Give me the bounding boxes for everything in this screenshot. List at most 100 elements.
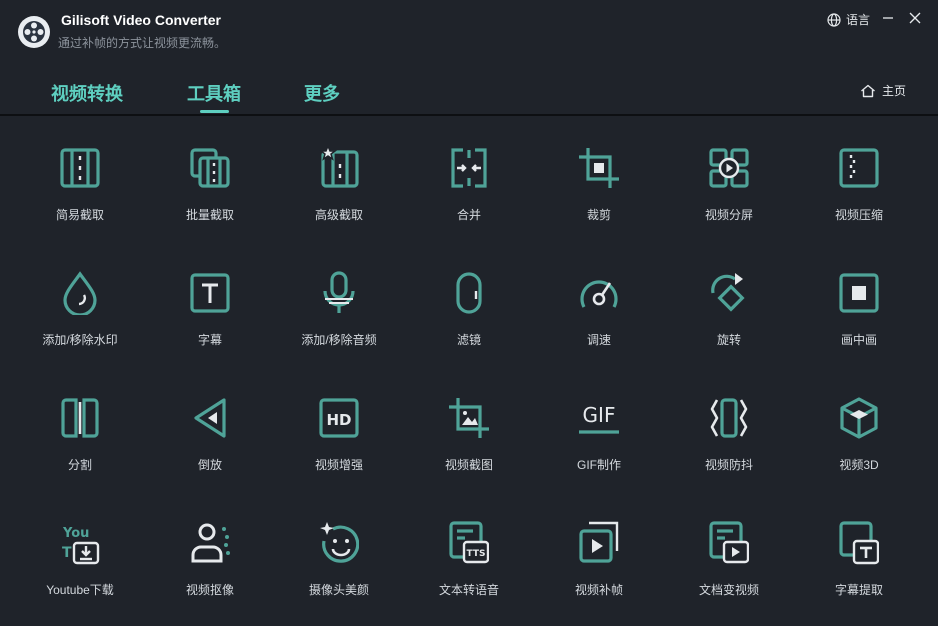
tool-reverse[interactable]: 倒放 xyxy=(150,368,270,472)
tool-label: 视频分屏 xyxy=(704,208,753,222)
tool-label: 视频增强 xyxy=(314,458,363,472)
subtitle-extract-icon xyxy=(839,521,879,565)
split-screen-icon xyxy=(709,146,749,190)
tool-subtitle-extract[interactable]: 字幕提取 xyxy=(799,493,919,597)
app-title: Gilisoft Video Converter xyxy=(61,12,221,28)
tool-3d[interactable]: 视频3D xyxy=(799,368,919,472)
tool-gif[interactable]: GIF GIF制作 xyxy=(539,368,659,472)
tool-stabilize[interactable]: 视频防抖 xyxy=(669,368,789,472)
face-beauty-icon xyxy=(319,521,359,565)
hd-icon: HD xyxy=(319,396,359,440)
svg-text:TTS: TTS xyxy=(467,549,486,559)
tool-label: 视频抠像 xyxy=(185,583,234,597)
home-button[interactable]: 主页 xyxy=(860,82,906,99)
tab-video-convert[interactable]: 视频转换 xyxy=(51,80,123,106)
svg-text:HD: HD xyxy=(326,411,351,429)
tool-label: GIF制作 xyxy=(577,458,621,472)
tool-webcam-beauty[interactable]: 摄像头美颜 xyxy=(279,493,399,597)
film-star-icon xyxy=(319,146,359,190)
tool-label: 合并 xyxy=(456,208,481,222)
tool-label: 文本转语音 xyxy=(438,583,499,597)
tool-frame-interpolation[interactable]: 视频补帧 xyxy=(539,493,659,597)
watermark-drop-icon xyxy=(60,271,100,315)
tool-label: 高级截取 xyxy=(314,208,363,222)
tool-label: 裁剪 xyxy=(586,208,611,222)
tool-watermark[interactable]: 添加/移除水印 xyxy=(20,243,140,347)
tool-speed[interactable]: 调速 xyxy=(539,243,659,347)
microphone-icon xyxy=(319,271,359,315)
tool-label: 视频截图 xyxy=(444,458,493,472)
tool-subtitle[interactable]: 字幕 xyxy=(150,243,270,347)
close-button[interactable] xyxy=(907,10,923,26)
language-button[interactable]: 语言 xyxy=(827,11,870,28)
film-strip-icon xyxy=(60,146,100,190)
picture-in-picture-icon xyxy=(839,271,879,315)
svg-text:T: T xyxy=(62,545,72,561)
gif-icon: GIF xyxy=(579,396,619,440)
tab-more[interactable]: 更多 xyxy=(304,80,340,106)
stabilize-icon xyxy=(709,396,749,440)
tool-enhance[interactable]: HD 视频增强 xyxy=(279,368,399,472)
crop-icon xyxy=(579,146,619,190)
film-stack-icon xyxy=(190,146,230,190)
close-icon xyxy=(909,12,921,24)
tool-screenshot[interactable]: 视频截图 xyxy=(409,368,529,472)
tool-label: 分割 xyxy=(67,458,92,472)
tool-label: 文档变视频 xyxy=(698,583,759,597)
toolbox-grid: 简易截取 批量截取 高级截取 合并 裁剪 视频分屏 视频压缩 添加/移除水印 字… xyxy=(0,118,938,626)
split-icon xyxy=(60,396,100,440)
tool-text-to-speech[interactable]: TTS 文本转语音 xyxy=(409,493,529,597)
app-logo-icon xyxy=(18,16,50,48)
tool-keying[interactable]: 视频抠像 xyxy=(150,493,270,597)
subtitle-t-icon xyxy=(190,271,230,315)
youtube-download-icon: You T xyxy=(60,521,100,565)
tool-label: 字幕提取 xyxy=(834,583,883,597)
tool-label: Youtube下载 xyxy=(46,583,114,597)
cube-3d-icon xyxy=(839,396,879,440)
svg-text:GIF: GIF xyxy=(583,403,616,427)
screenshot-image-icon xyxy=(449,396,489,440)
tool-split[interactable]: 分割 xyxy=(20,368,140,472)
tool-compress[interactable]: 视频压缩 xyxy=(799,118,919,222)
tool-youtube-download[interactable]: You T Youtube下载 xyxy=(20,493,140,597)
person-cutout-icon xyxy=(190,521,230,565)
home-icon xyxy=(860,84,876,98)
tool-label: 视频补帧 xyxy=(574,583,623,597)
tool-crop[interactable]: 裁剪 xyxy=(539,118,659,222)
language-label: 语言 xyxy=(846,13,871,27)
tool-audio[interactable]: 添加/移除音频 xyxy=(279,243,399,347)
tab-toolbox[interactable]: 工具箱 xyxy=(187,80,241,106)
frame-interpolation-icon xyxy=(579,521,619,565)
tool-label: 视频防抖 xyxy=(704,458,753,472)
tool-filter[interactable]: 滤镜 xyxy=(409,243,529,347)
home-label: 主页 xyxy=(882,84,907,98)
tool-rotate[interactable]: 旋转 xyxy=(669,243,789,347)
tool-label: 添加/移除水印 xyxy=(42,333,118,347)
tool-label: 倒放 xyxy=(197,458,222,472)
text-to-speech-icon: TTS xyxy=(449,521,489,565)
filter-icon xyxy=(449,271,489,315)
tool-merge[interactable]: 合并 xyxy=(409,118,529,222)
tool-advanced-trim[interactable]: 高级截取 xyxy=(279,118,399,222)
tool-picture-in-picture[interactable]: 画中画 xyxy=(799,243,919,347)
svg-text:You: You xyxy=(62,526,89,541)
active-tab-indicator xyxy=(200,110,229,113)
tool-label: 视频3D xyxy=(839,458,879,472)
merge-icon xyxy=(449,146,489,190)
tool-label: 画中画 xyxy=(840,333,877,347)
app-subtitle: 通过补帧的方式让视频更流畅。 xyxy=(58,36,227,50)
minimize-icon xyxy=(883,17,893,19)
tool-split-screen[interactable]: 视频分屏 xyxy=(669,118,789,222)
tool-label: 摄像头美颜 xyxy=(308,583,369,597)
compress-icon xyxy=(839,146,879,190)
tool-simple-trim[interactable]: 简易截取 xyxy=(20,118,140,222)
tool-batch-trim[interactable]: 批量截取 xyxy=(150,118,270,222)
tool-document-to-video[interactable]: 文档变视频 xyxy=(669,493,789,597)
document-to-video-icon xyxy=(709,521,749,565)
tool-label: 批量截取 xyxy=(185,208,234,222)
tool-label: 简易截取 xyxy=(55,208,104,222)
main-nav: 视频转换 工具箱 更多 主页 xyxy=(0,60,938,116)
reverse-play-icon xyxy=(190,396,230,440)
tool-label: 字幕 xyxy=(197,333,222,347)
minimize-button[interactable] xyxy=(880,10,896,26)
